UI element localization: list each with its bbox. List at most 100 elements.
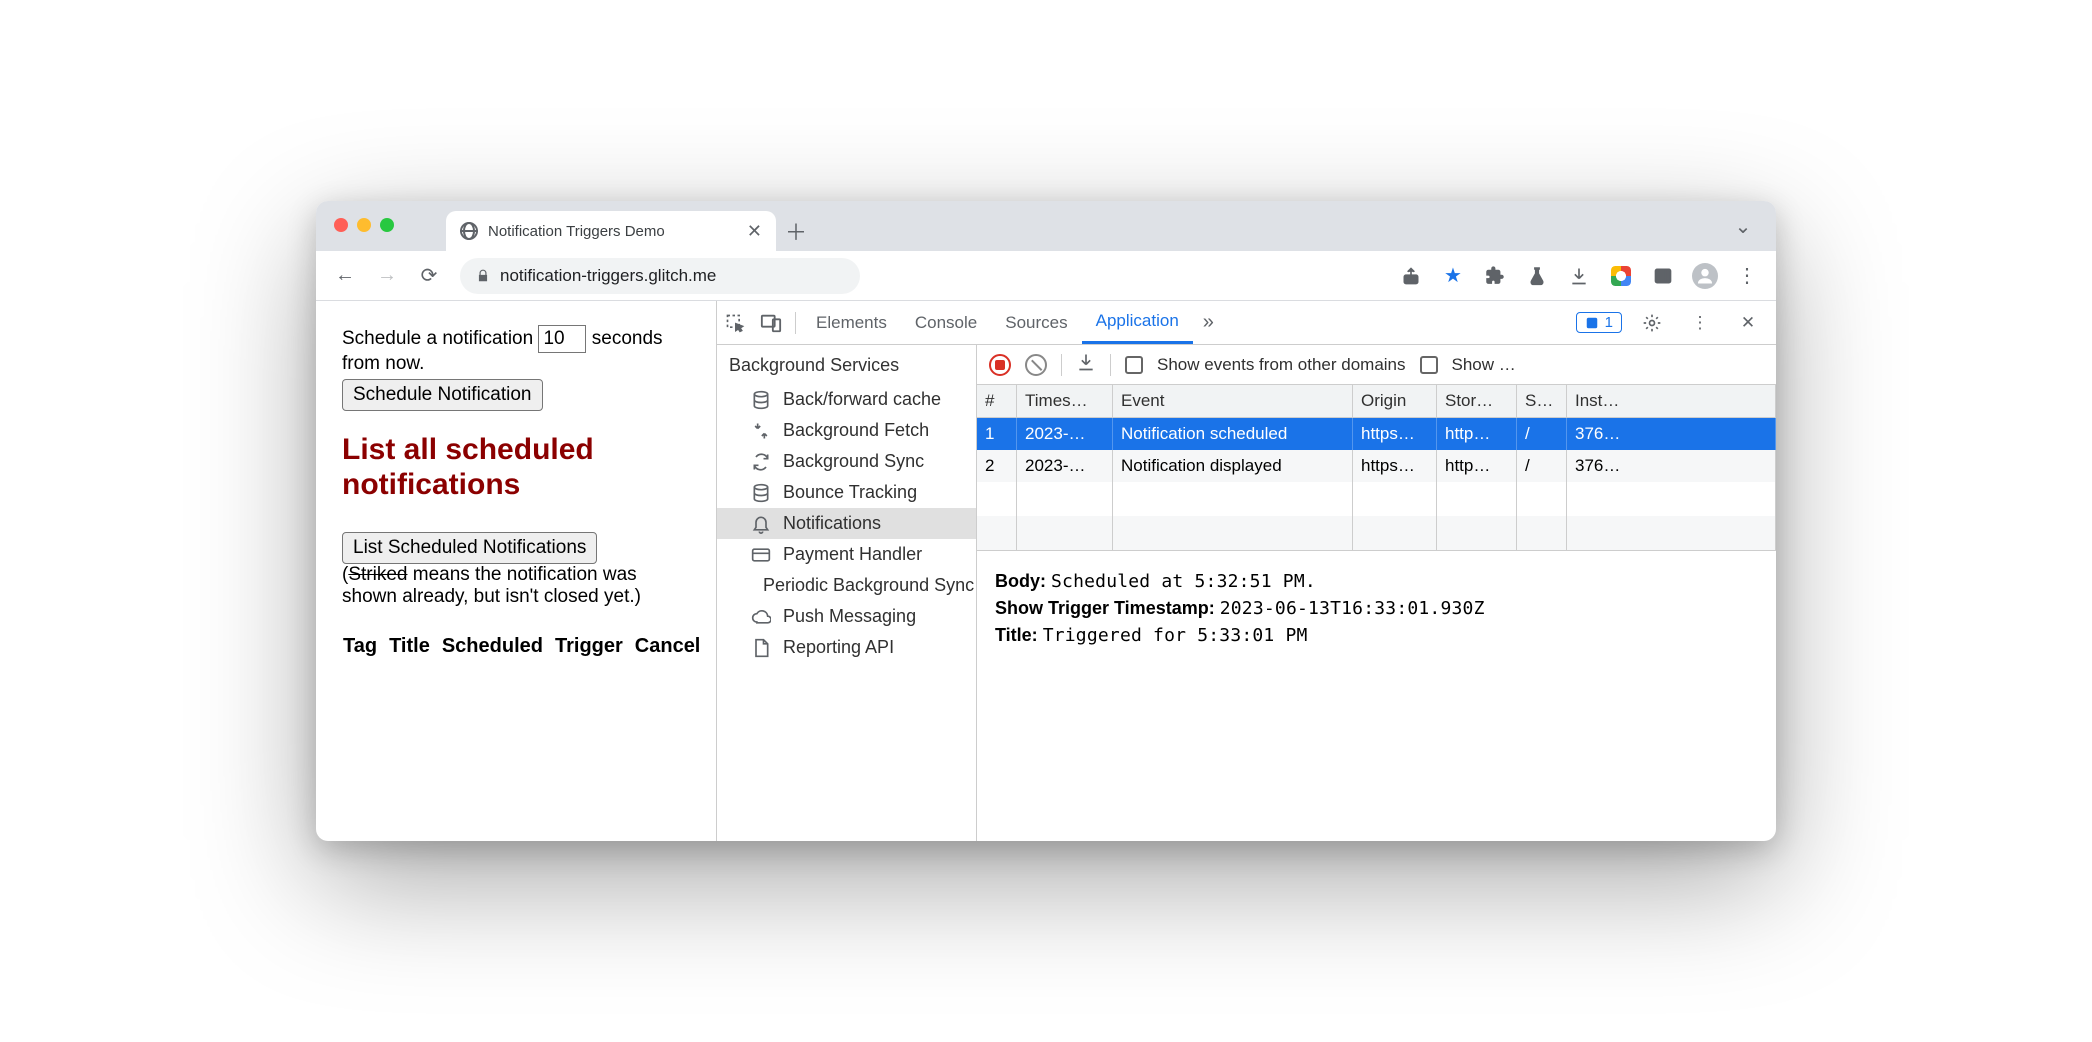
checkbox-label: Show events from other domains [1157, 355, 1406, 375]
sidebar-item-payment[interactable]: Payment Handler [717, 539, 976, 570]
issues-chip[interactable]: 1 [1576, 312, 1622, 333]
grid-header-row: # Times… Event Origin Stor… S… Inst… [977, 385, 1776, 418]
downloads-icon[interactable] [1562, 259, 1596, 293]
checkbox-show[interactable] [1420, 356, 1438, 374]
devtools-kebab-icon[interactable]: ⋮ [1682, 313, 1718, 333]
tab-sources[interactable]: Sources [991, 301, 1081, 344]
col-num[interactable]: # [977, 385, 1017, 418]
note-strike: Striked [348, 564, 407, 585]
devtools-close-icon[interactable]: ✕ [1730, 313, 1766, 333]
profile-avatar[interactable] [1688, 259, 1722, 293]
sidebar-item-notifications[interactable]: Notifications [717, 508, 976, 539]
col-event[interactable]: Event [1113, 385, 1353, 418]
col-s[interactable]: S… [1517, 385, 1567, 418]
reload-button[interactable]: ⟳ [412, 259, 446, 293]
th-cancel: Cancel [634, 634, 702, 659]
tab-console[interactable]: Console [901, 301, 991, 344]
record-button[interactable] [989, 354, 1011, 376]
detail-title-label: Title: [995, 625, 1038, 645]
browser-window: Notification Triggers Demo ✕ ＋ ⌄ ← → ⟳ n… [316, 201, 1776, 841]
seconds-input[interactable] [538, 325, 586, 353]
notifications-table-header: Tag Title Scheduled Trigger Cancel [342, 634, 690, 659]
device-toggle-icon[interactable] [753, 301, 789, 344]
events-toolbar: Show events from other domains Show … [977, 345, 1776, 385]
back-button[interactable]: ← [328, 259, 362, 293]
cell: 1 [977, 418, 1017, 450]
sidebar-label: Payment Handler [783, 544, 922, 565]
tab-elements[interactable]: Elements [802, 301, 901, 344]
share-icon[interactable] [1394, 259, 1428, 293]
sidepanel-icon[interactable] [1646, 259, 1680, 293]
col-storage[interactable]: Stor… [1437, 385, 1517, 418]
sidebar-label: Back/forward cache [783, 389, 941, 410]
col-inst[interactable]: Inst… [1567, 385, 1776, 418]
checkbox-label-2: Show … [1452, 355, 1516, 375]
col-timestamp[interactable]: Times… [1017, 385, 1113, 418]
more-tabs-button[interactable]: » [1193, 311, 1224, 334]
file-icon [751, 638, 771, 658]
grid-row[interactable]: 2 2023-… Notification displayed https… h… [977, 450, 1776, 482]
cell: Notification scheduled [1113, 418, 1353, 450]
card-icon [751, 545, 771, 565]
bookmark-star-icon[interactable]: ★ [1436, 259, 1470, 293]
devtools-main: Show events from other domains Show … # … [977, 345, 1776, 841]
close-window-button[interactable] [334, 218, 348, 232]
download-button[interactable] [1076, 352, 1096, 377]
extensions-icon[interactable] [1478, 259, 1512, 293]
sidebar-label: Notifications [783, 513, 881, 534]
cell: 2023-… [1017, 450, 1113, 482]
cloud-icon [751, 607, 771, 627]
sidebar-item-bg-sync[interactable]: Background Sync [717, 446, 976, 477]
sidebar-item-reporting[interactable]: Reporting API [717, 632, 976, 663]
sidebar-item-bfcache[interactable]: Back/forward cache [717, 384, 976, 415]
sidebar-heading: Background Services [717, 345, 976, 384]
inspect-icon[interactable] [717, 301, 753, 344]
tab-title: Notification Triggers Demo [488, 223, 665, 240]
labs-icon[interactable] [1520, 259, 1554, 293]
close-tab-button[interactable]: ✕ [747, 221, 762, 242]
sync-icon [751, 452, 771, 472]
sidebar-item-periodic[interactable]: Periodic Background Sync [717, 570, 976, 601]
settings-gear-icon[interactable] [1634, 313, 1670, 333]
grid-row[interactable]: 1 2023-… Notification scheduled https… h… [977, 418, 1776, 450]
sidebar-item-bg-fetch[interactable]: Background Fetch [717, 415, 976, 446]
cell: http… [1437, 418, 1517, 450]
events-grid: # Times… Event Origin Stor… S… Inst… 1 2… [977, 385, 1776, 551]
forward-button[interactable]: → [370, 259, 404, 293]
tabs-menu-button[interactable]: ⌄ [1726, 209, 1760, 243]
address-bar[interactable]: notification-triggers.glitch.me [460, 258, 860, 294]
database-icon [751, 483, 771, 503]
page-body: Schedule a notification seconds from now… [316, 301, 716, 841]
lock-icon [476, 269, 490, 283]
sidebar-label: Bounce Tracking [783, 482, 917, 503]
kebab-menu-button[interactable]: ⋮ [1730, 259, 1764, 293]
col-origin[interactable]: Origin [1353, 385, 1437, 418]
database-icon [751, 390, 771, 410]
sidebar-item-push[interactable]: Push Messaging [717, 601, 976, 632]
browser-toolbar: ← → ⟳ notification-triggers.glitch.me ★ … [316, 251, 1776, 301]
maximize-window-button[interactable] [380, 218, 394, 232]
cell: 2 [977, 450, 1017, 482]
tab-strip: Notification Triggers Demo ✕ ＋ ⌄ [316, 201, 1776, 251]
url-text: notification-triggers.glitch.me [500, 266, 716, 286]
sidebar-label: Background Sync [783, 451, 924, 472]
tab-application[interactable]: Application [1082, 301, 1193, 344]
globe-icon [460, 222, 478, 240]
cell: https… [1353, 418, 1437, 450]
checkbox-other-domains[interactable] [1125, 356, 1143, 374]
clear-button[interactable] [1025, 354, 1047, 376]
content-area: Schedule a notification seconds from now… [316, 301, 1776, 841]
detail-trigger-value: 2023-06-13T16:33:01.930Z [1220, 598, 1485, 619]
bell-icon [751, 514, 771, 534]
browser-tab[interactable]: Notification Triggers Demo ✕ [446, 211, 776, 251]
th-scheduled: Scheduled [441, 634, 544, 659]
schedule-button[interactable]: Schedule Notification [342, 379, 543, 411]
sidebar-item-bounce[interactable]: Bounce Tracking [717, 477, 976, 508]
sidebar-label: Reporting API [783, 637, 894, 658]
new-tab-button[interactable]: ＋ [776, 211, 816, 251]
google-icon[interactable] [1604, 259, 1638, 293]
detail-body-value: Scheduled at 5:32:51 PM. [1051, 571, 1316, 592]
cell: 2023-… [1017, 418, 1113, 450]
list-button[interactable]: List Scheduled Notifications [342, 532, 597, 564]
minimize-window-button[interactable] [357, 218, 371, 232]
